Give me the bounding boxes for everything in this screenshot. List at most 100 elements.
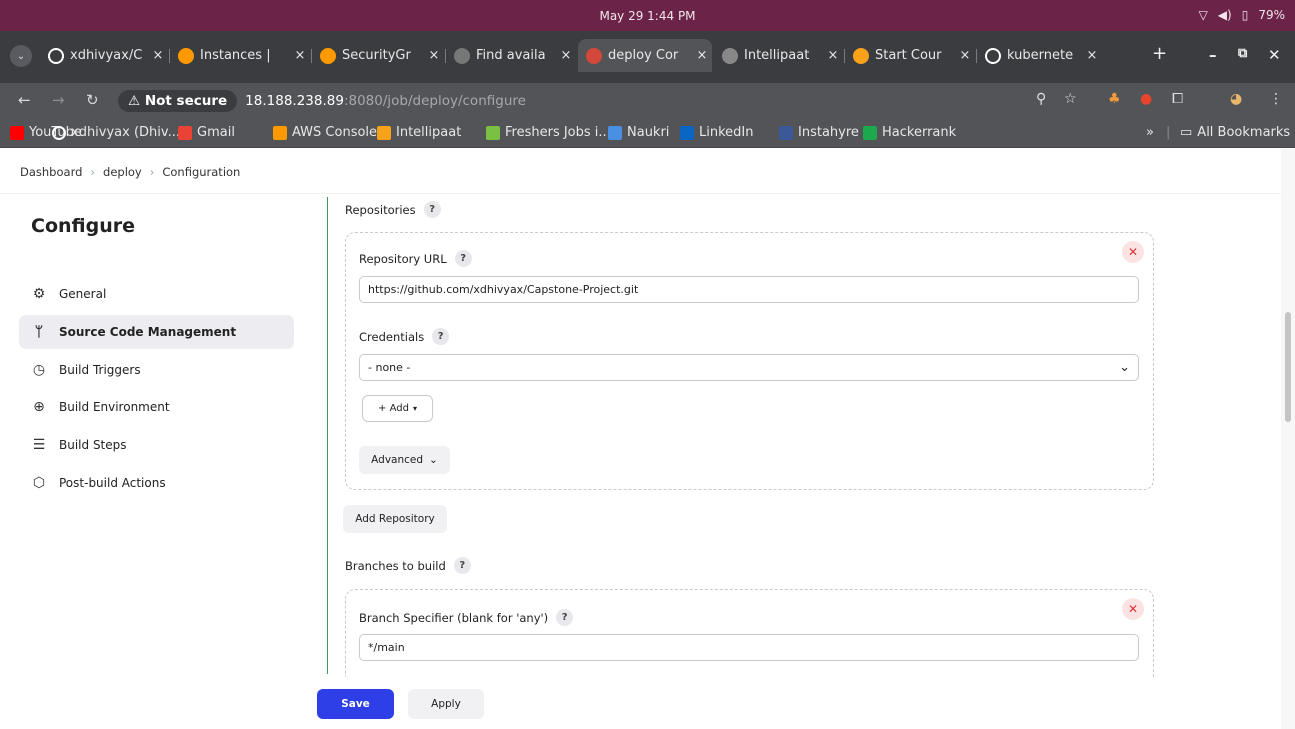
volume-icon[interactable]: ◀) [1218, 8, 1232, 22]
not-secure-badge[interactable]: ⚠ Not secure [118, 89, 238, 112]
bookmark-instahyre[interactable]: Instahyre [779, 125, 859, 140]
jenkins-page: Dashboard › deploy › Configuration Confi… [0, 149, 1281, 729]
back-button[interactable]: ← [18, 91, 31, 109]
close-window-button[interactable]: ✕ [1268, 46, 1281, 64]
breadcrumb-dashboard[interactable]: Dashboard [20, 165, 82, 179]
menu-kebab-icon[interactable]: ⋮ [1269, 91, 1283, 107]
close-tab-icon[interactable]: × [692, 48, 712, 63]
close-tab-icon[interactable]: × [823, 48, 843, 63]
extensions-puzzle-icon[interactable]: ⧠ [1172, 91, 1183, 107]
extension-shield-icon[interactable]: ● [1140, 91, 1152, 107]
tab-8[interactable]: kubernete × [977, 41, 1102, 70]
jenkins-icon [586, 47, 602, 64]
add-credentials-button[interactable]: + Add ▾ [362, 395, 433, 422]
sidebar-item-build-steps[interactable]: ☰ Build Steps [19, 428, 294, 462]
all-bookmarks[interactable]: ▭ All Bookmarks [1180, 125, 1290, 140]
tab-title: Intellipaat [744, 48, 810, 63]
scrollbar[interactable] [1281, 149, 1295, 729]
close-tab-icon[interactable]: × [290, 48, 310, 63]
close-tab-icon[interactable]: × [148, 48, 168, 63]
globe-icon: ⊕ [33, 399, 45, 415]
advanced-button[interactable]: Advanced ⌄ [359, 446, 450, 474]
scrollbar-thumb[interactable] [1285, 312, 1291, 422]
battery-icon[interactable]: ▯ [1242, 8, 1249, 22]
bookmark-star-icon[interactable]: ☆ [1064, 91, 1077, 107]
address-bar[interactable]: ⚠ Not secure 18.188.238.89:8080/job/depl… [118, 86, 1118, 115]
browser-toolbar: ← → ↻ ⚠ Not secure 18.188.238.89:8080/jo… [0, 83, 1295, 118]
tab-4[interactable]: Find availa × [446, 41, 576, 70]
bookmark-label: LinkedIn [699, 125, 754, 140]
sidebar-item-label: Post-build Actions [59, 476, 166, 490]
help-icon[interactable]: ? [453, 557, 471, 574]
repository-url-input[interactable]: https://github.com/xdhivyax/Capstone-Pro… [359, 276, 1139, 303]
intellipaat-icon [853, 47, 869, 64]
sidebar-item-build-triggers[interactable]: ◷ Build Triggers [19, 353, 294, 387]
url-path: :8080/job/deploy/configure [343, 92, 526, 109]
sidebar-item-post-build-actions[interactable]: ⬡ Post-build Actions [19, 466, 294, 500]
tab-title: deploy Cor [608, 48, 679, 63]
warning-icon: ⚠ [128, 92, 145, 109]
package-icon: ⬡ [32, 475, 46, 491]
reload-button[interactable]: ↻ [86, 91, 99, 109]
minimize-button[interactable]: – [1209, 46, 1217, 64]
battery-level: 79% [1258, 8, 1285, 22]
help-icon[interactable]: ? [432, 328, 450, 345]
new-tab-button[interactable]: + [1152, 43, 1167, 64]
bookmark-aws[interactable]: AWS Console [273, 125, 377, 140]
bookmark-naukri[interactable]: Naukri [608, 125, 669, 140]
tab-6[interactable]: Intellipaat × [714, 41, 843, 70]
sidebar-item-general[interactable]: ⚙ General [19, 277, 294, 311]
bookmark-label: Freshers Jobs i... [505, 125, 611, 140]
bookmark-favicon-icon [377, 125, 391, 140]
profile-avatar[interactable]: ◕ [1230, 91, 1242, 107]
apply-button[interactable]: Apply [408, 689, 484, 719]
close-tab-icon[interactable]: × [955, 48, 975, 63]
add-repository-button[interactable]: Add Repository [343, 505, 447, 533]
tab-5[interactable]: deploy Cor × [578, 39, 712, 72]
remove-repository-button[interactable]: ✕ [1122, 241, 1144, 263]
breadcrumb-configuration[interactable]: Configuration [162, 165, 240, 179]
zoom-icon[interactable]: ⚲ [1036, 91, 1046, 107]
help-icon[interactable]: ? [454, 250, 472, 267]
bookmark-xdhivyax[interactable]: xdhivyax (Dhiv... [52, 125, 180, 140]
sidebar-item-build-environment[interactable]: ⊕ Build Environment [19, 390, 294, 424]
bookmark-linkedin[interactable]: LinkedIn [680, 125, 753, 140]
breadcrumb-deploy[interactable]: deploy [103, 165, 142, 179]
restore-button[interactable]: ⧉ [1238, 46, 1247, 61]
branch-specifier-input[interactable]: */main [359, 634, 1139, 661]
bookmark-intellipaat[interactable]: Intellipaat [377, 125, 461, 140]
close-tab-icon[interactable]: × [424, 48, 444, 63]
close-tab-icon[interactable]: × [1082, 48, 1102, 63]
help-icon[interactable]: ? [423, 201, 441, 218]
save-button[interactable]: Save [317, 689, 394, 719]
sidebar-item-source-code-management[interactable]: ᛘ Source Code Management [19, 315, 294, 349]
tab-3[interactable]: SecurityGr × [312, 41, 444, 70]
github-icon [985, 47, 1001, 64]
tab-1[interactable]: xdhivyax/C × [40, 41, 168, 70]
clock[interactable]: May 29 1:44 PM [0, 9, 1295, 23]
bookmark-favicon-icon [52, 125, 66, 140]
tab-7[interactable]: Start Cour × [845, 41, 975, 70]
bookmark-favicon-icon [486, 125, 500, 140]
breadcrumb-divider [0, 193, 1281, 194]
extension-icon[interactable]: ♣ [1108, 91, 1121, 107]
remove-branch-button[interactable]: ✕ [1122, 598, 1144, 620]
bookmark-label: Intellipaat [396, 125, 462, 140]
wifi-icon[interactable]: ▽ [1199, 8, 1208, 22]
system-tray[interactable]: ▽ ◀) ▯ 79% [1199, 8, 1285, 22]
bookmark-favicon-icon [608, 125, 622, 140]
credentials-select[interactable]: - none - ⌄ [359, 354, 1139, 381]
tab-search-button[interactable]: ⌄ [10, 45, 32, 67]
bookmark-hackerrank[interactable]: Hackerrank [863, 125, 956, 140]
bookmark-divider: | [1166, 125, 1171, 140]
bookmarks-bar: YouTube xdhivyax (Dhiv... Gmail AWS Console… [0, 118, 1295, 148]
branches-label: Branches to build? [345, 557, 471, 574]
close-tab-icon[interactable]: × [556, 48, 576, 63]
bookmarks-overflow-icon[interactable]: » [1146, 125, 1154, 140]
forward-button[interactable]: → [52, 91, 65, 109]
bookmark-freshers[interactable]: Freshers Jobs i... [486, 125, 611, 140]
tab-2[interactable]: Instances | × [170, 41, 310, 70]
help-icon[interactable]: ? [556, 609, 574, 626]
bookmark-gmail[interactable]: Gmail [178, 125, 235, 140]
folder-icon: ▭ [1180, 125, 1193, 140]
